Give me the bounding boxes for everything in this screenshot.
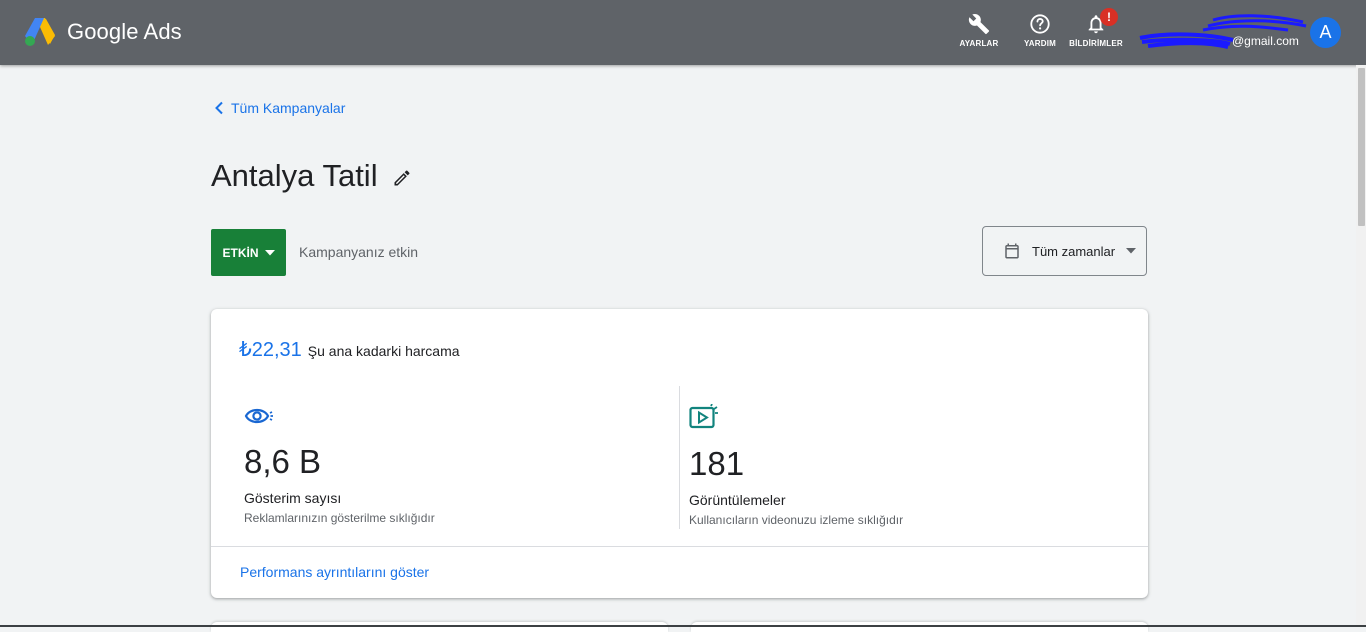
caret-down-icon [1126, 248, 1137, 254]
chevron-left-icon [215, 101, 223, 115]
calendar-icon [1005, 243, 1019, 259]
date-range-selector[interactable]: Tüm zamanlar [982, 226, 1147, 276]
top-app-bar: Google Ads AYARLAR YARDIM ! BİLDİRİMLER … [0, 0, 1366, 65]
settings-label: AYARLAR [959, 39, 999, 48]
metric-divider [679, 386, 680, 529]
notifications-label: BİLDİRİMLER [1069, 39, 1123, 48]
spend-summary: ₺22,31 Şu ana kadarki harcama [239, 337, 460, 362]
campaign-summary-card: ₺22,31 Şu ana kadarki harcama 8,6 B Göst… [211, 309, 1148, 598]
caret-down-icon [264, 249, 275, 255]
status-label: ETKİN [222, 245, 259, 260]
impressions-description: Reklamlarınızın gösterilme sıklığıdır [244, 511, 435, 525]
views-title: Görüntülemeler [689, 492, 786, 508]
spend-amount: ₺22,31 [239, 339, 302, 361]
account-email[interactable]: @gmail.com [1232, 34, 1299, 48]
next-card-left [211, 622, 668, 632]
back-link-label: Tüm Kampanyalar [231, 100, 346, 116]
next-card-right [691, 622, 1148, 632]
impressions-metric: 8,6 B Gösterim sayısı Reklamlarınızın gö… [244, 404, 435, 525]
campaign-status-dropdown[interactable]: ETKİN [211, 229, 286, 276]
card-divider [211, 546, 1148, 547]
help-label: YARDIM [1023, 39, 1057, 48]
date-range-label: Tüm zamanlar [1032, 243, 1116, 259]
status-description: Kampanyanız etkin [299, 244, 419, 260]
account-avatar[interactable]: A [1310, 17, 1341, 48]
video-play-icon [689, 403, 718, 429]
eye-icon [244, 408, 273, 424]
edit-pencil-icon[interactable] [392, 168, 412, 188]
brand-name[interactable]: Google Ads [67, 19, 182, 45]
impressions-title: Gösterim sayısı [244, 490, 342, 506]
page-scrollbar-thumb[interactable] [1358, 68, 1365, 226]
help-button[interactable]: YARDIM [1010, 13, 1070, 48]
impressions-value: 8,6 B [244, 443, 322, 480]
views-description: Kullanıcıların videonuzu izleme sıklığıd… [689, 513, 904, 527]
show-performance-details-link[interactable]: Performans ayrıntılarını göster [240, 564, 429, 580]
help-icon [1030, 14, 1050, 34]
wrench-icon [968, 14, 990, 35]
back-to-campaigns-link[interactable]: Tüm Kampanyalar [213, 100, 345, 116]
spend-label: Şu ana kadarki harcama [307, 343, 460, 359]
google-ads-logo-icon[interactable] [24, 17, 56, 47]
campaign-title: Antalya Tatil [211, 158, 378, 193]
notification-badge: ! [1100, 8, 1118, 26]
views-value: 181 [689, 445, 745, 482]
settings-button[interactable]: AYARLAR [949, 13, 1009, 48]
views-metric: 181 Görüntülemeler Kullanıcıların videon… [689, 403, 904, 527]
campaign-title-row: Antalya Tatil [211, 158, 412, 194]
notifications-button[interactable]: ! BİLDİRİMLER [1066, 8, 1126, 48]
